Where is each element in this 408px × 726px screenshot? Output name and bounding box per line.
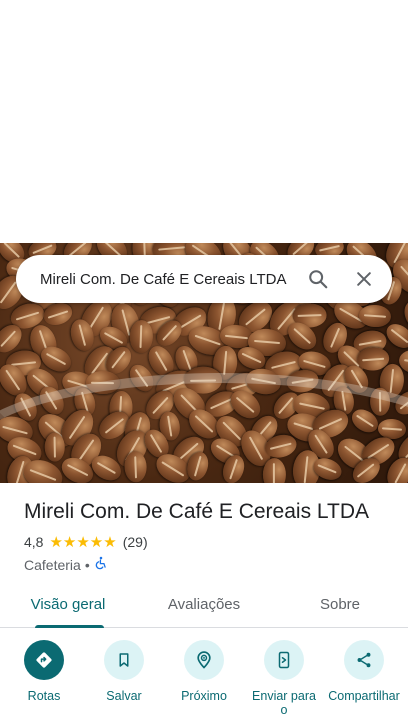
place-category: Cafeteria xyxy=(24,556,81,573)
nearby-label: Próximo xyxy=(181,689,227,703)
rating-stars: ★★★★★ xyxy=(49,534,117,551)
share-label: Compartilhar xyxy=(328,689,400,703)
rating-row[interactable]: 4,8 ★★★★★ (29) xyxy=(24,533,394,551)
tab-reviews[interactable]: Avaliações xyxy=(136,588,272,627)
tab-about[interactable]: Sobre xyxy=(272,588,408,627)
save-button[interactable]: Salvar xyxy=(87,640,161,726)
tab-bar: Visão geral Avaliações Sobre xyxy=(0,588,408,628)
save-label: Salvar xyxy=(106,689,142,703)
category-row: Cafeteria • xyxy=(24,556,394,573)
review-count[interactable]: (29) xyxy=(123,534,148,550)
close-icon[interactable] xyxy=(344,259,384,299)
directions-label: Rotas xyxy=(27,689,61,703)
share-icon xyxy=(344,640,384,680)
search-icon[interactable] xyxy=(298,259,338,299)
separator-dot: • xyxy=(84,556,90,573)
bookmark-icon xyxy=(104,640,144,680)
action-bar: Rotas Salvar Próximo Enviar para o Compa… xyxy=(0,640,408,726)
search-input[interactable]: Mireli Com. De Café E Cereais LTDA xyxy=(40,271,298,288)
tab-overview[interactable]: Visão geral xyxy=(0,588,136,628)
directions-button[interactable]: Rotas xyxy=(7,640,81,726)
send-to-phone-label: Enviar para o xyxy=(252,689,316,717)
share-button[interactable]: Compartilhar xyxy=(327,640,401,726)
coffee-bean xyxy=(129,319,154,354)
place-title: Mireli Com. De Café E Cereais LTDA xyxy=(24,500,370,523)
wheelchair-icon xyxy=(94,556,108,573)
bowl-rim xyxy=(0,373,408,483)
nearby-icon xyxy=(184,640,224,680)
rating-value: 4,8 xyxy=(24,534,44,550)
nearby-button[interactable]: Próximo xyxy=(167,640,241,726)
place-header: Mireli Com. De Café E Cereais LTDA 4,8 ★… xyxy=(24,500,394,573)
send-to-phone-button[interactable]: Enviar para o xyxy=(247,640,321,726)
directions-icon xyxy=(24,640,64,680)
blank-area xyxy=(0,0,408,243)
search-bar[interactable]: Mireli Com. De Café E Cereais LTDA xyxy=(16,255,392,303)
send-to-phone-icon xyxy=(264,640,304,680)
